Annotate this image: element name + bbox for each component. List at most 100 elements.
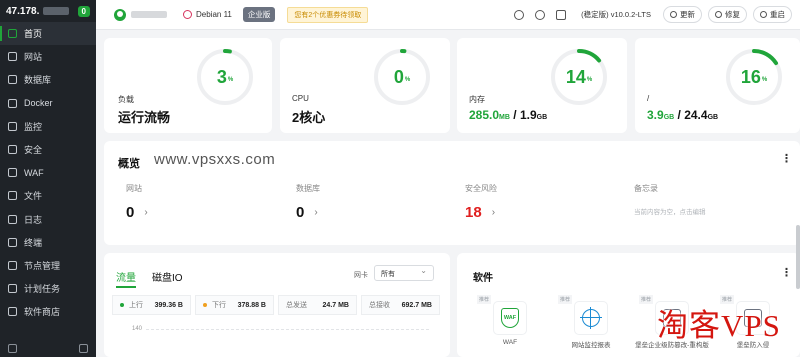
watermark-overlay: 淘客VPS <box>657 308 781 343</box>
chevron-right-icon[interactable]: › <box>314 207 317 218</box>
sidebar-item-label: 软件商店 <box>24 307 61 318</box>
settings-icon[interactable] <box>79 344 88 353</box>
sidebar-item[interactable]: 首页 <box>0 22 96 46</box>
axis-tick-label: 140 <box>132 326 143 332</box>
overview-memo[interactable]: 备忘录 当前内容为空，点击编辑 <box>634 183 706 216</box>
security-risk-count: 18 <box>465 204 482 221</box>
security-risk-label: 安全风险 <box>465 184 497 193</box>
cpu-cores: 2核心 <box>292 110 326 125</box>
gauge-unit: % <box>586 77 593 83</box>
monitor-icon <box>8 121 17 131</box>
overview-title: 概览 <box>118 158 140 170</box>
sidebar-item[interactable]: Docker <box>0 92 96 115</box>
repair-button[interactable]: 修复 <box>708 6 747 23</box>
downstream-stat: 下行 378.88 B <box>195 295 274 315</box>
memory-gauge: 14% <box>548 46 610 108</box>
collapse-icon[interactable] <box>8 344 17 353</box>
memory-label: 内存 <box>469 95 485 104</box>
downstream-value: 378.88 B <box>237 301 266 309</box>
server-ip: 47.178. <box>6 5 40 17</box>
sidebar-item[interactable]: 日志 <box>0 208 96 231</box>
sidebar-item[interactable]: 计划任务 <box>0 277 96 300</box>
topbar-actions: (稳定版) v10.0.2-LTS 更新 修复 重启 <box>514 6 800 23</box>
disk-total-value: 24.4 <box>684 108 708 122</box>
gauge-unit: % <box>227 77 234 83</box>
tab-disk-io[interactable]: 磁盘IO <box>152 269 183 284</box>
software-item-site-monitor[interactable]: 推荐 网站监控报表 <box>558 295 616 349</box>
sidebar-item[interactable]: 终端 <box>0 231 96 254</box>
load-gauge: 3% <box>194 46 256 108</box>
chevron-right-icon[interactable]: › <box>144 207 147 218</box>
overview-databases[interactable]: 数据库 0 › <box>296 183 320 221</box>
upstream-stat: 上行 399.36 B <box>112 295 191 315</box>
overview-sites[interactable]: 网站 0 › <box>126 183 148 221</box>
downstream-dot <box>203 303 207 308</box>
globe-icon <box>8 52 17 62</box>
stat-card-disk[interactable]: / 3.9GB / 24.4GB 16% <box>635 38 800 133</box>
sidebar-item[interactable]: WAF <box>0 161 96 184</box>
page-scrollbar[interactable] <box>796 225 800 289</box>
gauge-percent: 16 <box>740 66 761 87</box>
sidebar-item[interactable]: 软件商店 <box>0 300 96 323</box>
notes-icon[interactable] <box>556 9 567 20</box>
node-icon <box>8 260 17 270</box>
home-icon <box>8 29 17 39</box>
version-label: (稳定版) v10.0.2-LTS <box>581 10 651 19</box>
disk-used-value: 3.9 <box>647 108 664 122</box>
sidebar-item-label: 计划任务 <box>24 284 61 295</box>
nic-label: 网卡 <box>354 272 368 279</box>
stat-card-memory[interactable]: 内存 285.0MB / 1.9GB 14% <box>457 38 627 133</box>
total-sent-label: 总发送 <box>286 302 307 309</box>
more-icon[interactable]: ⋮ <box>781 154 792 165</box>
sidebar-item[interactable]: 安全 <box>0 138 96 161</box>
gauge-percent: 0 <box>393 66 404 87</box>
recommend-tag: 推荐 <box>639 295 654 304</box>
gauge-value: 3% <box>194 46 256 108</box>
username-mask <box>131 11 167 18</box>
database-icon <box>8 75 17 85</box>
coupon-promo[interactable]: 您有2个优惠券待领取 <box>287 6 369 23</box>
memo-hint[interactable]: 当前内容为空，点击编辑 <box>634 206 706 216</box>
nic-select[interactable]: 所有 <box>374 265 434 281</box>
restart-button[interactable]: 重启 <box>753 6 792 23</box>
total-received-label: 总接收 <box>369 302 390 309</box>
stat-card-load[interactable]: 负载 运行流畅 3% <box>104 38 272 133</box>
disk-gauge: 16% <box>723 46 785 108</box>
software-item-waf[interactable]: 推荐 WAF WAF <box>477 295 535 346</box>
slash: / <box>513 108 520 122</box>
disk-total-unit: GB <box>707 114 719 121</box>
waf-icon <box>8 168 17 178</box>
server-header[interactable]: 47.178. 0 <box>0 0 96 22</box>
sidebar-item[interactable]: 文件 <box>0 184 96 207</box>
sidebar-item[interactable]: 节点管理 <box>0 254 96 277</box>
sidebar-item-label: 文件 <box>24 191 43 202</box>
avatar[interactable] <box>114 8 126 21</box>
update-button[interactable]: 更新 <box>663 6 702 23</box>
update-label: 更新 <box>680 10 695 19</box>
total-received-value: 692.7 MB <box>401 301 432 309</box>
sidebar-item-label: 终端 <box>24 237 43 248</box>
recommend-tag: 推荐 <box>477 295 492 304</box>
terminal-icon <box>8 237 17 247</box>
topbar: Debian 11 企业版 您有2个优惠券待领取 (稳定版) v10.0.2-L… <box>96 0 800 30</box>
gridline <box>146 329 429 330</box>
chevron-right-icon[interactable]: › <box>492 207 495 218</box>
sidebar-item[interactable]: 数据库 <box>0 68 96 91</box>
software-title: 软件 <box>473 273 493 284</box>
gauge-unit: % <box>404 77 411 83</box>
sidebar-item[interactable]: 监控 <box>0 115 96 138</box>
upstream-label: 上行 <box>129 302 143 309</box>
support-icon[interactable] <box>514 9 525 20</box>
monitor-report-icon <box>580 307 602 329</box>
bell-icon[interactable] <box>535 9 546 20</box>
stat-card-cpu[interactable]: CPU 2核心 0% <box>280 38 450 133</box>
software-name: WAF <box>502 339 518 346</box>
server-badge: 0 <box>77 5 90 17</box>
edition-badge[interactable]: 企业版 <box>242 7 276 22</box>
sidebar-item[interactable]: 网站 <box>0 45 96 68</box>
tab-traffic[interactable]: 流量 <box>116 269 136 288</box>
overview-security-risk[interactable]: 安全风险 18 › <box>465 183 497 221</box>
update-icon <box>670 11 677 18</box>
memo-label: 备忘录 <box>634 184 658 193</box>
more-icon[interactable]: ⋮ <box>781 268 792 279</box>
